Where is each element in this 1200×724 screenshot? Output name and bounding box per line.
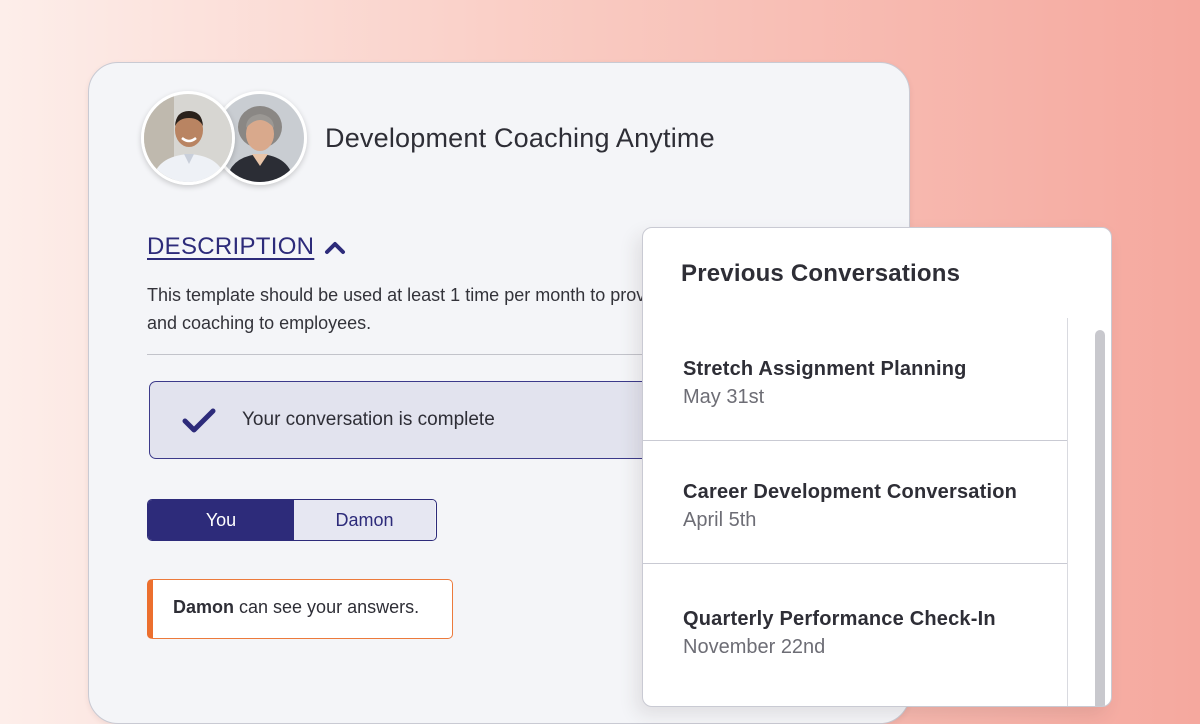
conversation-title: Quarterly Performance Check-In — [683, 608, 996, 630]
conversation-date: November 22nd — [683, 636, 826, 658]
visibility-note-text: can see your answers. — [234, 597, 420, 617]
employee-avatar — [141, 91, 235, 185]
conversation-list-item[interactable]: Quarterly Performance Check-In November … — [643, 564, 1067, 687]
previous-conversations-panel: Previous Conversations Stretch Assignmen… — [642, 227, 1112, 707]
template-title: Development Coaching Anytime — [325, 123, 715, 153]
check-icon — [182, 408, 216, 433]
visibility-note: Damon can see your answers. — [147, 579, 453, 639]
conversation-date: May 31st — [683, 386, 765, 408]
view-damon-button[interactable]: Damon — [294, 500, 435, 540]
chevron-up-icon[interactable] — [324, 239, 346, 255]
conversation-date: April 5th — [683, 509, 757, 531]
conversation-complete-text: Your conversation is complete — [242, 409, 495, 430]
scrollbar-thumb[interactable] — [1095, 330, 1105, 706]
conversation-list-item[interactable]: Career Development Conversation April 5t… — [643, 441, 1067, 564]
conversation-title: Stretch Assignment Planning — [683, 358, 967, 380]
visibility-note-person: Damon — [173, 597, 235, 617]
conversation-title: Career Development Conversation — [683, 481, 1018, 503]
description-toggle[interactable]: DESCRIPTION — [147, 233, 346, 261]
view-toggle: You Damon — [147, 499, 437, 541]
previous-conversations-list: Stretch Assignment Planning May 31st Car… — [643, 318, 1068, 706]
view-you-button[interactable]: You — [148, 500, 294, 540]
person-photo-icon — [144, 94, 232, 182]
scrollbar-track — [1095, 330, 1105, 706]
conversation-list-item[interactable]: Stretch Assignment Planning May 31st — [643, 318, 1067, 441]
description-heading[interactable]: DESCRIPTION — [147, 233, 314, 261]
previous-conversations-title: Previous Conversations — [681, 260, 961, 287]
